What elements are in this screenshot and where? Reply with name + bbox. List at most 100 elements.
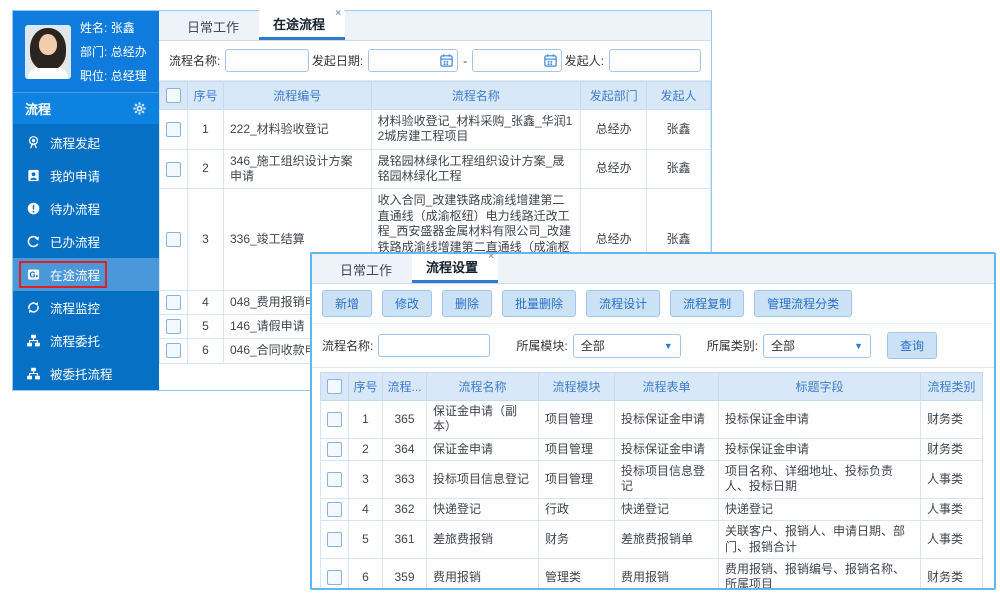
table-row[interactable]: 1222_材料验收登记材料验收登记_材料采购_张鑫_华润12城房建工程项目总经办… [160, 110, 711, 150]
sidebar-item-initiate[interactable]: 流程发起 [13, 126, 159, 159]
table-cell: 项目管理 [539, 401, 615, 439]
row-checkbox[interactable] [327, 442, 342, 457]
sidebar-item-monitor[interactable]: 流程监控 [13, 291, 159, 324]
row-checkbox[interactable] [166, 232, 181, 247]
row-checkbox[interactable] [327, 472, 342, 487]
table-cell: 费用报销 [427, 558, 539, 590]
table-row[interactable]: 6359费用报销管理类费用报销费用报销、报销编号、报销名称、所属项目财务类 [321, 558, 983, 590]
close-tab-icon[interactable]: × [335, 8, 341, 19]
row-checkbox[interactable] [166, 319, 181, 334]
tab-流程设置[interactable]: 流程设置 × [412, 252, 498, 283]
table-row[interactable]: 4362快递登记行政快递登记快递登记人事类 [321, 498, 983, 520]
svg-text:G: G [29, 270, 35, 279]
category-select[interactable]: 全部▼ [763, 334, 871, 358]
tab-在途流程[interactable]: 在途流程 × [259, 9, 345, 40]
sitemap-icon [26, 333, 41, 348]
initiator-label: 发起人: [565, 52, 604, 69]
category-label: 所属类别: [707, 337, 758, 354]
tab-label: 在途流程 [273, 17, 325, 32]
table-cell: 364 [383, 438, 427, 460]
tab-bar: 日常工作 在途流程 × [159, 11, 711, 41]
column-header: 序号 [188, 82, 224, 110]
row-checkbox[interactable] [166, 343, 181, 358]
sidebar-item-label: 流程监控 [50, 298, 100, 317]
row-checkbox[interactable] [327, 412, 342, 427]
batch-delete-button[interactable]: 批量删除 [502, 290, 576, 317]
row-checkbox[interactable] [166, 162, 181, 177]
table-cell: 6 [188, 339, 224, 363]
table-cell: 3 [349, 461, 383, 499]
settings-table-wrap: 序号流程...流程名称流程模块流程表单标题字段流程类别1365保证金申请（副本）… [312, 368, 994, 590]
add-button[interactable]: 新增 [322, 290, 372, 317]
user-profile: 姓名: 张鑫 部门: 总经办 职位: 总经理 [13, 11, 159, 93]
select-all-checkbox[interactable] [327, 379, 342, 394]
row-checkbox[interactable] [166, 295, 181, 310]
module-select[interactable]: 全部▼ [573, 334, 681, 358]
sidebar-title: 流程 [25, 99, 51, 118]
table-cell: 363 [383, 461, 427, 499]
sidebar-item-label: 被委托流程 [50, 364, 113, 383]
tab-日常工作[interactable]: 日常工作 [326, 255, 406, 283]
table-cell: 3 [188, 189, 224, 290]
date-from-input[interactable] [368, 49, 458, 72]
settings-filter-bar: 流程名称: 所属模块: 全部▼ 所属类别: 全部▼ 查询 [312, 324, 994, 368]
row-checkbox[interactable] [327, 502, 342, 517]
table-cell: 快递登记 [427, 498, 539, 520]
search-button[interactable]: 查询 [887, 332, 937, 359]
table-cell: 保证金申请 [427, 438, 539, 460]
flow-design-button[interactable]: 流程设计 [586, 290, 660, 317]
sidebar-header: 流程 [13, 93, 159, 124]
table-cell: 1 [349, 401, 383, 439]
history-icon [26, 234, 41, 249]
table-cell: 项目名称、详细地址、投标负责人、投标日期 [719, 461, 921, 499]
flow-name-input[interactable] [378, 334, 490, 357]
initiator-input[interactable] [609, 49, 701, 72]
sidebar-item-delegate[interactable]: 流程委托 [13, 324, 159, 357]
sidebar-item-todo[interactable]: 待办流程 [13, 192, 159, 225]
table-cell: 财务类 [921, 558, 983, 590]
close-tab-icon[interactable]: × [488, 252, 494, 262]
table-row[interactable]: 2364保证金申请项目管理投标保证金申请投标保证金申请财务类 [321, 438, 983, 460]
table-cell: 362 [383, 498, 427, 520]
gear-icon[interactable] [132, 101, 147, 116]
table-cell: 346_施工组织设计方案申请 [223, 149, 371, 189]
table-cell: 关联客户、报销人、申请日期、部门、报销合计 [719, 521, 921, 559]
table-cell: 5 [349, 521, 383, 559]
tab-label: 流程设置 [426, 260, 478, 275]
row-checkbox[interactable] [327, 532, 342, 547]
sidebar-item-done[interactable]: 已办流程 [13, 225, 159, 258]
flow-name-input[interactable] [225, 49, 309, 72]
delete-button[interactable]: 删除 [442, 290, 492, 317]
sidebar-item-my-applications[interactable]: 我的申请 [13, 159, 159, 192]
table-row[interactable]: 3363投标项目信息登记项目管理投标项目信息登记项目名称、详细地址、投标负责人、… [321, 461, 983, 499]
sidebar-item-delegated[interactable]: 被委托流程 [13, 357, 159, 390]
date-to-input[interactable] [472, 49, 562, 72]
flow-settings-table: 序号流程...流程名称流程模块流程表单标题字段流程类别1365保证金申请（副本）… [320, 372, 983, 590]
select-all-checkbox[interactable] [166, 88, 181, 103]
tab-日常工作[interactable]: 日常工作 [173, 12, 253, 40]
flow-filter-bar: 流程名称: 发起日期: - 发起人: [159, 41, 711, 81]
table-row[interactable]: 5361差旅费报销财务差旅费报销单关联客户、报销人、申请日期、部门、报销合计人事… [321, 521, 983, 559]
column-header: 流程类别 [921, 373, 983, 401]
manage-flow-category-button[interactable]: 管理流程分类 [754, 290, 852, 317]
table-row[interactable]: 2346_施工组织设计方案申请晟铭园林绿化工程组织设计方案_晟铭园林绿化工程总经… [160, 149, 711, 189]
table-cell: 晟铭园林绿化工程组织设计方案_晟铭园林绿化工程 [371, 149, 580, 189]
table-cell: 材料验收登记_材料采购_张鑫_华润12城房建工程项目 [371, 110, 580, 150]
desktop: 姓名: 张鑫 部门: 总经办 职位: 总经理 流程 流程发起我的申请待办流程已办… [0, 0, 1000, 600]
table-row[interactable]: 1365保证金申请（副本）项目管理投标保证金申请投标保证金申请财务类 [321, 401, 983, 439]
flow-copy-button[interactable]: 流程复制 [670, 290, 744, 317]
column-header: 流程名称 [427, 373, 539, 401]
table-cell: 5 [188, 314, 224, 338]
tab-bar: 日常工作 流程设置 × [312, 254, 994, 284]
row-checkbox[interactable] [327, 570, 342, 585]
table-cell: 费用报销 [615, 558, 719, 590]
row-checkbox[interactable] [166, 122, 181, 137]
flow-name-label: 流程名称: [169, 52, 220, 69]
table-cell: 费用报销、报销编号、报销名称、所属项目 [719, 558, 921, 590]
table-cell: 快递登记 [719, 498, 921, 520]
sidebar-item-in-transit[interactable]: G在途流程 [13, 258, 159, 291]
edit-button[interactable]: 修改 [382, 290, 432, 317]
sidebar-item-label: 我的申请 [50, 166, 100, 185]
table-cell: 6 [349, 558, 383, 590]
table-cell: 1 [188, 110, 224, 150]
